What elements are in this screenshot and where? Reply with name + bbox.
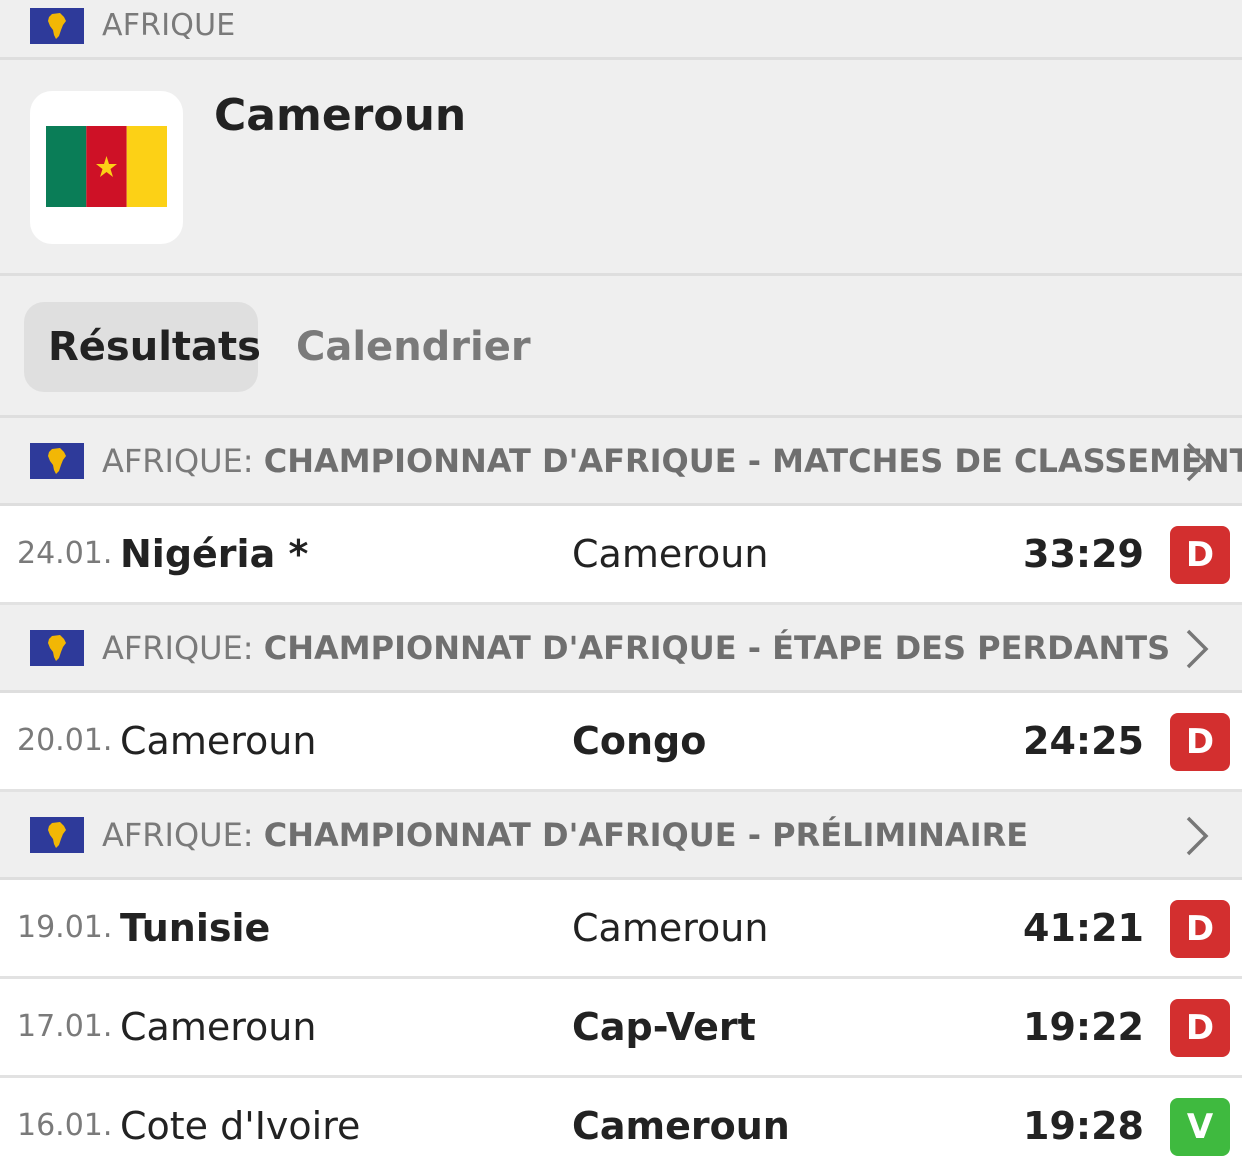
match-score: 41:21 — [1023, 906, 1144, 950]
away-team: Cap-Vert — [572, 1005, 756, 1049]
league-title: AFRIQUE: CHAMPIONNAT D'AFRIQUE - ÉTAPE D… — [102, 629, 1170, 667]
result-badge: V — [1170, 1098, 1230, 1156]
home-team: Tunisie — [120, 906, 271, 950]
match-row[interactable]: 16.01. Cote d'Ivoire Cameroun 19:28 V — [0, 1078, 1242, 1171]
away-team: Cameroun — [572, 906, 769, 950]
match-date: 24.01. — [17, 536, 113, 571]
away-team: Congo — [572, 719, 707, 763]
league-header[interactable]: AFRIQUE: CHAMPIONNAT D'AFRIQUE - PRÉLIMI… — [0, 792, 1242, 880]
match-date: 19.01. — [17, 910, 113, 945]
result-badge: D — [1170, 526, 1230, 584]
league-competition: CHAMPIONNAT D'AFRIQUE - PRÉLIMINAIRE — [263, 815, 1029, 854]
league-competition: CHAMPIONNAT D'AFRIQUE - MATCHES DE CLASS… — [263, 441, 1242, 480]
match-row[interactable]: 17.01. Cameroun Cap-Vert 19:22 D — [0, 979, 1242, 1078]
tab-resultats[interactable]: Résultats — [24, 302, 261, 392]
region-label: AFRIQUE — [102, 8, 236, 43]
away-team: Cameroun — [572, 1104, 790, 1148]
africa-flag-icon — [30, 442, 84, 479]
home-team: Nigéria * — [120, 532, 309, 576]
match-date: 17.01. — [17, 1009, 113, 1044]
league-country: AFRIQUE: — [102, 441, 254, 480]
match-score: 24:25 — [1023, 719, 1144, 763]
chevron-right-icon[interactable] — [1182, 814, 1212, 862]
league-competition: CHAMPIONNAT D'AFRIQUE - ÉTAPE DES PERDAN… — [263, 628, 1171, 667]
league-country: AFRIQUE: — [102, 628, 254, 667]
chevron-right-icon[interactable] — [1182, 440, 1212, 488]
africa-flag-icon — [30, 629, 84, 666]
result-badge: D — [1170, 713, 1230, 771]
cameroon-flag-icon — [46, 126, 167, 207]
match-score: 19:22 — [1023, 1005, 1144, 1049]
tab-calendrier[interactable]: Calendrier — [272, 302, 555, 392]
league-header[interactable]: AFRIQUE: CHAMPIONNAT D'AFRIQUE - MATCHES… — [0, 418, 1242, 506]
team-logo — [30, 91, 183, 244]
match-score: 19:28 — [1023, 1104, 1144, 1148]
region-breadcrumb[interactable]: AFRIQUE — [0, 0, 1242, 60]
team-results-page: AFRIQUE Cameroun Résultats Calendrier AF… — [0, 0, 1242, 1171]
chevron-right-icon[interactable] — [1182, 627, 1212, 675]
league-header[interactable]: AFRIQUE: CHAMPIONNAT D'AFRIQUE - ÉTAPE D… — [0, 605, 1242, 693]
team-header: Cameroun — [0, 60, 1242, 276]
team-name: Cameroun — [214, 90, 467, 141]
africa-flag-icon — [30, 816, 84, 853]
away-team: Cameroun — [572, 532, 769, 576]
result-badge: D — [1170, 999, 1230, 1057]
match-row[interactable]: 24.01. Nigéria * Cameroun 33:29 D — [0, 506, 1242, 605]
match-score: 33:29 — [1023, 532, 1144, 576]
league-title: AFRIQUE: CHAMPIONNAT D'AFRIQUE - PRÉLIMI… — [102, 816, 1028, 854]
home-team: Cameroun — [120, 1005, 317, 1049]
match-date: 16.01. — [17, 1108, 113, 1143]
league-title: AFRIQUE: CHAMPIONNAT D'AFRIQUE - MATCHES… — [102, 442, 1242, 480]
result-badge: D — [1170, 900, 1230, 958]
home-team: Cote d'Ivoire — [120, 1104, 361, 1148]
tab-bar: Résultats Calendrier — [0, 276, 1242, 418]
home-team: Cameroun — [120, 719, 317, 763]
match-row[interactable]: 20.01. Cameroun Congo 24:25 D — [0, 693, 1242, 792]
africa-flag-icon — [30, 7, 84, 44]
match-date: 20.01. — [17, 723, 113, 758]
match-row[interactable]: 19.01. Tunisie Cameroun 41:21 D — [0, 880, 1242, 979]
league-country: AFRIQUE: — [102, 815, 254, 854]
